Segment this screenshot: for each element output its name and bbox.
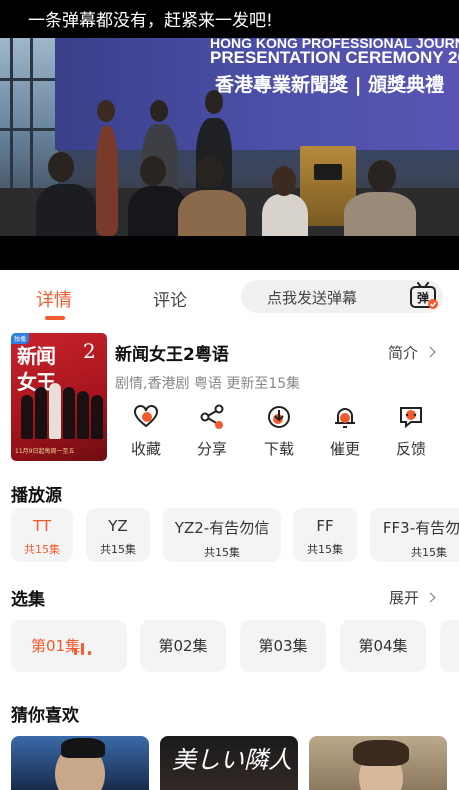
source-chip[interactable]: YZ2-有告勿信 共15集 [163,508,281,562]
source-count: 共15集 [100,543,136,556]
recommendation-card[interactable] [11,736,149,790]
urge-update-button[interactable]: 催更 [313,404,377,464]
urge-update-label: 催更 [329,440,360,458]
share-label: 分享 [196,440,227,458]
intro-label: 简介 [388,344,419,362]
presenter-figure [96,126,118,236]
download-button[interactable]: 下载 [247,404,311,464]
video-frame: HONG KONG PROFESSIONAL JOURNALISM PRESEN… [0,38,459,236]
expand-label: 展开 [389,589,420,607]
poster-air-date: 11月9日起每周一至五 [15,448,75,455]
favorite-button[interactable]: 收藏 [114,404,178,464]
episode-list[interactable]: 第01集 第02集 第03集 第04集 [0,620,459,674]
source-name: FF [316,517,334,535]
danmaku-overlay-text: 一条弹幕都没有，赶紧来一发吧! [28,11,273,31]
action-row: 收藏 分享 下载 催更 反馈 [114,404,444,464]
show-poster[interactable]: 独播 新闻 女王 2 11月9日起每周一至五 [11,333,107,461]
send-danmaku-placeholder: 点我发送弹幕 [267,289,358,307]
share-icon [200,404,224,429]
recommendation-card[interactable] [309,736,447,790]
tab-details[interactable]: 详情 [36,286,72,312]
danmaku-icon-glyph: 弹 [417,290,429,305]
episode-chip[interactable]: 第02集 [140,620,226,672]
source-chip[interactable]: YZ 共15集 [86,508,150,562]
recommendation-title: 美しい隣人 [172,746,292,774]
feedback-button[interactable]: 反馈 [379,404,443,464]
source-count: 共15集 [307,543,343,556]
show-title: 新闻女王2粤语 [115,345,229,365]
detail-tab-bar: 详情 评论 点我发送弹幕 弹 [0,270,459,328]
episode-chip[interactable] [440,620,459,672]
banner-line-2: PRESENTATION CEREMONY 201 [210,48,459,67]
chevron-right-icon [425,592,436,603]
intro-link[interactable]: 简介 [388,342,436,363]
source-chip[interactable]: TT 共15集 [11,508,73,562]
recommendation-list: 美しい隣人 [0,736,459,790]
chevron-right-icon [424,346,436,358]
source-name: FF3-有告勿信 [382,519,459,537]
episode-chip[interactable]: 第01集 [11,620,127,672]
source-count: 共15集 [24,543,60,556]
feedback-label: 反馈 [395,440,426,458]
source-name: TT [32,517,52,535]
source-chip[interactable]: FF3-有告勿信 共15集 [370,508,459,562]
show-meta: 剧情,香港剧 粤语 更新至15集 [115,376,301,392]
share-button[interactable]: 分享 [180,404,244,464]
episode-chip[interactable]: 第03集 [240,620,326,672]
poster-cast-figure [21,395,33,439]
tab-comments[interactable]: 评论 [153,286,187,311]
source-count: 共15集 [411,546,447,559]
danmaku-toggle-icon[interactable]: 弹 [409,282,439,310]
favorite-heart-icon [134,405,158,428]
source-chip[interactable]: FF 共15集 [293,508,357,562]
sources-section-title: 播放源 [11,486,62,506]
now-playing-bars-icon [74,641,96,655]
photographer-figure [36,184,96,236]
source-name: YZ [108,517,128,535]
expand-episodes-link[interactable]: 展开 [389,587,436,608]
source-name: YZ2-有告勿信 [174,519,270,537]
episode-label: 第01集 [31,637,81,655]
banner-line-3: 香港專業新聞獎 | 頒獎典禮 [215,74,445,96]
episode-chip[interactable]: 第04集 [340,620,426,672]
recommend-section-title: 猜你喜欢 [11,706,79,726]
sources-list[interactable]: TT 共15集 YZ 共15集 YZ2-有告勿信 共15集 FF 共15集 FF… [0,508,459,564]
send-danmaku-input[interactable]: 点我发送弹幕 弹 [241,280,443,313]
video-player[interactable]: HONG KONG PROFESSIONAL JOURNALISM PRESEN… [0,0,459,270]
download-icon [268,406,290,428]
favorite-label: 收藏 [130,440,161,458]
feedback-icon [400,407,422,429]
recommendation-card[interactable]: 美しい隣人 [160,736,298,790]
download-label: 下载 [263,440,294,458]
source-count: 共15集 [204,546,240,559]
poster-number: 2 [83,339,96,363]
bell-icon [335,408,355,428]
episodes-section-title: 选集 [11,590,45,610]
tab-active-indicator [45,316,65,320]
